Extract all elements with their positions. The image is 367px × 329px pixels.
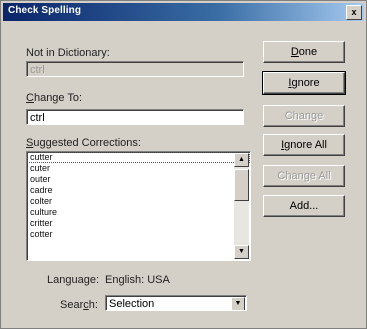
list-item[interactable]: culture	[27, 207, 250, 218]
language-label: Language:	[47, 274, 99, 286]
close-button[interactable]: x	[346, 5, 362, 20]
change-to-label: Change To:	[26, 92, 83, 104]
change-button[interactable]: Change	[263, 105, 345, 127]
suggested-corrections-label: Suggested Corrections:	[26, 137, 141, 149]
scroll-down-arrow-icon[interactable]: ▼	[234, 245, 249, 259]
not-in-dictionary-field: ctrl	[26, 61, 244, 77]
list-item[interactable]: critter	[27, 218, 250, 229]
search-label: Search:	[60, 299, 98, 311]
search-select-value: Selection	[109, 298, 155, 310]
ignore-all-button[interactable]: Ignore All	[263, 134, 345, 156]
ignore-button[interactable]: Ignore	[262, 71, 346, 95]
scroll-up-arrow-icon[interactable]: ▲	[234, 153, 249, 167]
done-button[interactable]: Done	[263, 41, 345, 63]
list-item[interactable]: colter	[27, 196, 250, 207]
list-item[interactable]: cotter	[27, 229, 250, 240]
language-value: English: USA	[105, 274, 170, 286]
list-item[interactable]: cadre	[27, 185, 250, 196]
change-to-input[interactable]: ctrl	[26, 109, 244, 125]
list-item[interactable]: outer	[27, 174, 250, 185]
list-item[interactable]: cuter	[27, 163, 250, 174]
chevron-down-icon[interactable]: ▼	[231, 297, 245, 310]
add-button[interactable]: Add...	[263, 195, 345, 217]
list-scrollbar[interactable]: ▲ ▼	[234, 153, 249, 259]
change-all-button[interactable]: Change All	[263, 165, 345, 187]
not-in-dictionary-label: Not in Dictionary:	[26, 47, 110, 59]
window-title: Check Spelling	[8, 5, 82, 16]
title-bar[interactable]: Check Spelling x	[3, 3, 364, 21]
check-spelling-dialog: Check Spelling x Not in Dictionary: ctrl…	[0, 0, 367, 329]
suggested-corrections-list[interactable]: cutter cuter outer cadre colter culture …	[26, 151, 251, 261]
list-item[interactable]: cutter	[27, 152, 250, 163]
scrollbar-thumb[interactable]	[234, 169, 249, 201]
search-select[interactable]: Selection ▼	[105, 295, 247, 311]
